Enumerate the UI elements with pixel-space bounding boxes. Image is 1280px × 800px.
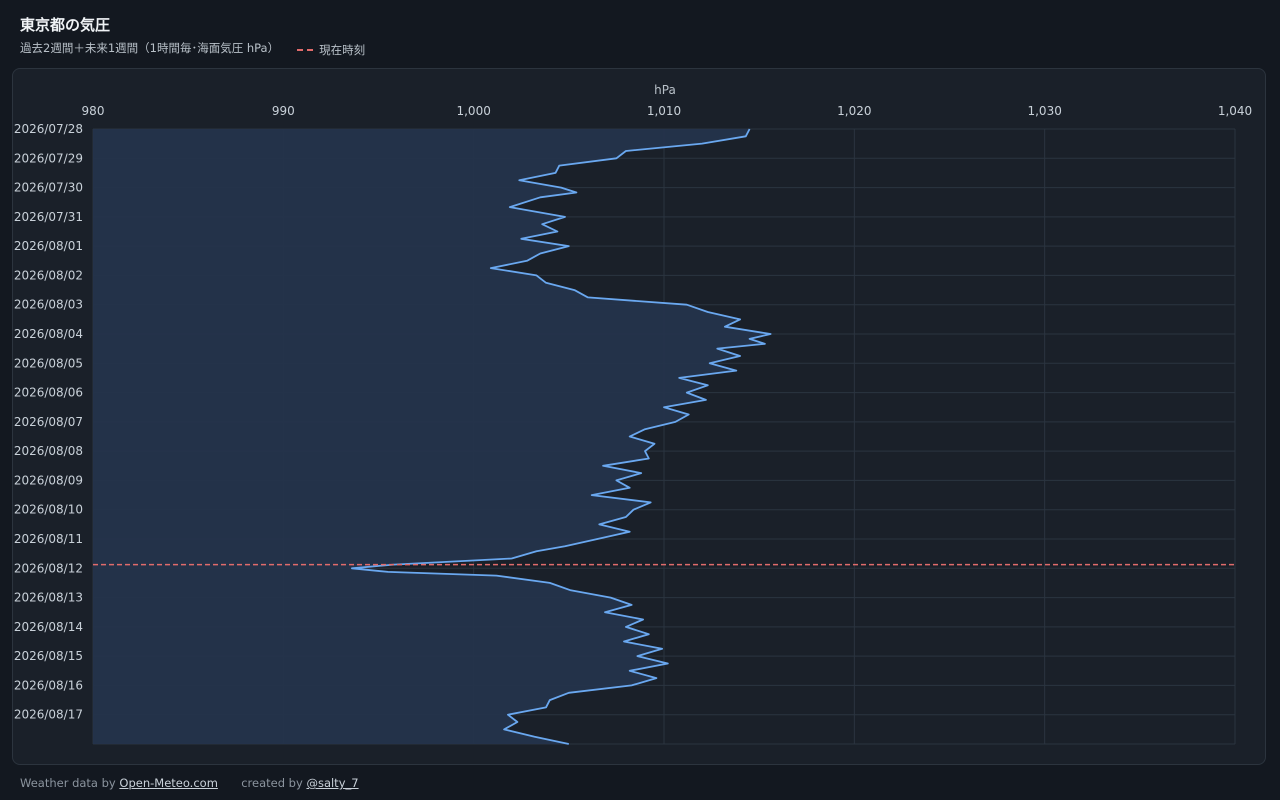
date-tick-label: 2026/08/02 xyxy=(14,268,83,282)
x-axis-title: hPa xyxy=(654,83,676,97)
date-tick-label: 2026/08/05 xyxy=(14,356,83,370)
series-area xyxy=(93,129,771,744)
date-tick-label: 2026/08/16 xyxy=(14,678,83,692)
date-tick-label: 2026/08/06 xyxy=(14,386,83,400)
x-tick-label: 1,030 xyxy=(1027,104,1061,118)
date-tick-label: 2026/07/31 xyxy=(14,210,83,224)
date-tick-label: 2026/08/17 xyxy=(14,708,83,722)
x-tick-label: 980 xyxy=(82,104,105,118)
date-tick-label: 2026/08/07 xyxy=(14,415,83,429)
x-tick-label: 1,040 xyxy=(1218,104,1252,118)
date-tick-label: 2026/07/30 xyxy=(14,181,83,195)
date-tick-label: 2026/08/12 xyxy=(14,561,83,575)
fill-layer xyxy=(93,129,771,744)
date-tick-label: 2026/08/08 xyxy=(14,444,83,458)
created-by-prefix: created by xyxy=(241,776,303,790)
weather-credit-prefix: Weather data by xyxy=(20,776,116,790)
date-tick-label: 2026/08/03 xyxy=(14,298,83,312)
date-tick-label: 2026/08/11 xyxy=(14,532,83,546)
date-tick-label: 2026/08/13 xyxy=(14,591,83,605)
x-tick-label: 1,010 xyxy=(647,104,681,118)
date-tick-label: 2026/08/15 xyxy=(14,649,83,663)
date-tick-label: 2026/08/01 xyxy=(14,239,83,253)
x-tick-label: 990 xyxy=(272,104,295,118)
footer: Weather data by Open-Meteo.com created b… xyxy=(20,776,359,790)
x-tick-label: 1,020 xyxy=(837,104,871,118)
date-tick-label: 2026/08/04 xyxy=(14,327,83,341)
x-tick-label: 1,000 xyxy=(456,104,490,118)
date-tick-label: 2026/07/28 xyxy=(14,122,83,136)
date-tick-label: 2026/08/10 xyxy=(14,503,83,517)
date-tick-label: 2026/07/29 xyxy=(14,151,83,165)
open-meteo-link[interactable]: Open-Meteo.com xyxy=(119,776,218,790)
date-tick-label: 2026/08/09 xyxy=(14,473,83,487)
author-link[interactable]: @salty_7 xyxy=(306,776,358,790)
date-tick-label: 2026/08/14 xyxy=(14,620,83,634)
pressure-chart: 980 990 1,000 1,010 1,020 1,030 1,040 hPa 2026/0… xyxy=(14,83,1252,745)
